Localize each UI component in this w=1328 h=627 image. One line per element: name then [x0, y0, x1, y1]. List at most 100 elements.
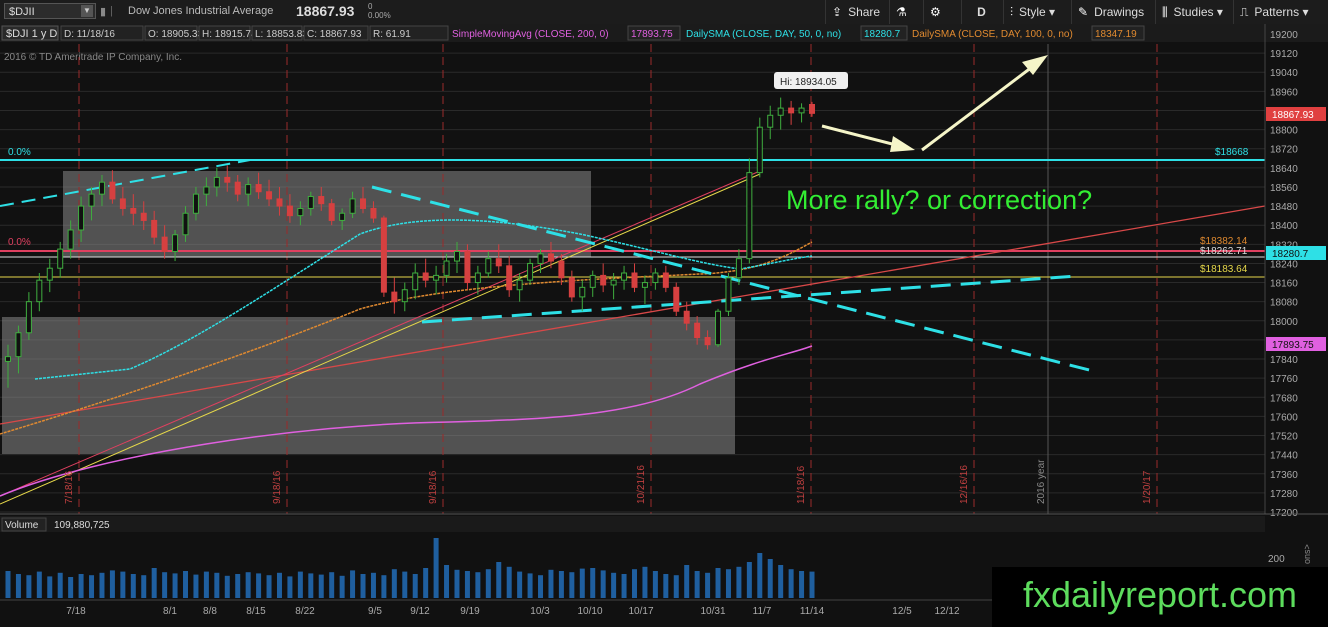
candle-body[interactable] — [349, 198, 356, 214]
candle-body[interactable] — [433, 274, 440, 281]
candle-body[interactable] — [725, 277, 732, 312]
price-chart[interactable]: $DJI 1 y D D: 11/18/16 O: 18905.33 H: 18… — [0, 24, 1328, 627]
candle-body[interactable] — [192, 193, 199, 214]
candle-body[interactable] — [495, 258, 502, 267]
candle-body[interactable] — [46, 267, 53, 281]
candle-body[interactable] — [140, 212, 147, 221]
candle-body[interactable] — [694, 322, 701, 339]
candle-body[interactable] — [276, 198, 283, 207]
candle-body[interactable] — [119, 198, 126, 209]
candle-body[interactable] — [579, 286, 586, 298]
candle-body[interactable] — [610, 279, 617, 286]
candle-body[interactable] — [547, 253, 554, 262]
candle-body[interactable] — [777, 107, 784, 116]
candle-body[interactable] — [391, 291, 398, 303]
candle-body[interactable] — [631, 272, 638, 288]
candle-body[interactable] — [735, 258, 742, 279]
info-bar-fields: $DJI 1 y D D: 11/18/16 O: 18905.33 H: 18… — [1, 25, 1145, 41]
candle-body[interactable] — [78, 205, 85, 231]
chevron-down-icon[interactable]: ▼ — [81, 5, 93, 17]
candle-body[interactable] — [130, 207, 137, 214]
candle-body[interactable] — [809, 104, 815, 114]
candle-body[interactable] — [15, 332, 22, 358]
candle-body[interactable] — [756, 126, 763, 174]
candle-body[interactable] — [297, 207, 304, 217]
symbol-input[interactable]: $DJII ▼ — [4, 3, 96, 19]
time-tick-label: 9/5 — [368, 606, 382, 617]
candle-body[interactable] — [527, 262, 534, 281]
candle-body[interactable] — [704, 337, 711, 346]
candle-body[interactable] — [88, 193, 95, 207]
candle-body[interactable] — [412, 272, 419, 291]
candle-body[interactable] — [307, 196, 314, 209]
volume-bar — [517, 571, 523, 598]
candle-body[interactable] — [600, 274, 607, 286]
candle-body[interactable] — [57, 248, 64, 269]
candle-body[interactable] — [558, 260, 565, 279]
share-button[interactable]: ⇪ Share — [825, 0, 887, 24]
candle-body[interactable] — [245, 184, 252, 195]
study-sma200-label[interactable]: SimpleMovingAvg (CLOSE, 200, 0) — [452, 29, 609, 40]
candle-body[interactable] — [224, 176, 231, 183]
volume-bar — [454, 569, 460, 598]
candle-body[interactable] — [506, 265, 513, 291]
candle-body[interactable] — [328, 203, 335, 221]
candle-body[interactable] — [453, 250, 460, 262]
candle-body[interactable] — [161, 236, 168, 252]
candle-body[interactable] — [401, 289, 408, 303]
candle-body[interactable] — [767, 114, 774, 128]
candle-body[interactable] — [422, 272, 429, 281]
candle-body[interactable] — [25, 301, 32, 334]
candle-body[interactable] — [360, 198, 367, 209]
candle-body[interactable] — [286, 205, 293, 217]
candle-body[interactable] — [5, 356, 11, 362]
candle-body[interactable] — [474, 272, 481, 284]
candle-body[interactable] — [151, 219, 158, 238]
flask-button[interactable]: ⚗ — [889, 0, 921, 24]
candle-body[interactable] — [213, 176, 220, 188]
candle-body[interactable] — [798, 107, 805, 114]
candle-body[interactable] — [715, 310, 722, 346]
candle-body[interactable] — [589, 274, 596, 288]
candle-body[interactable] — [788, 107, 795, 114]
candle-body[interactable] — [662, 272, 669, 288]
candle-body[interactable] — [443, 260, 450, 276]
candle-body[interactable] — [652, 272, 659, 284]
candle-body[interactable] — [641, 282, 648, 288]
candle-body[interactable] — [255, 184, 262, 193]
candle-body[interactable] — [380, 217, 387, 293]
volume-bar — [68, 577, 74, 598]
study-sma50-label[interactable]: DailySMA (CLOSE, DAY, 50, 0, no) — [686, 29, 841, 40]
volume-bar — [235, 574, 241, 598]
candle-body[interactable] — [318, 196, 325, 205]
candle-body[interactable] — [464, 250, 471, 284]
candle-body[interactable] — [98, 181, 105, 195]
period-button[interactable]: D — [961, 0, 1001, 24]
candle-body[interactable] — [673, 286, 680, 312]
time-tick-label: 10/3 — [530, 606, 550, 617]
study-sma100-label[interactable]: DailySMA (CLOSE, DAY, 100, 0, no) — [912, 29, 1073, 40]
volume-bar — [652, 571, 658, 598]
candle-body[interactable] — [67, 229, 74, 250]
candle-body[interactable] — [621, 272, 628, 281]
candle-body[interactable] — [683, 310, 690, 324]
candle-body[interactable] — [182, 212, 189, 236]
candle-body[interactable] — [234, 181, 241, 195]
candle-body[interactable] — [339, 212, 346, 221]
candle-body[interactable] — [36, 279, 43, 303]
candle-body[interactable] — [266, 191, 273, 200]
style-button[interactable]: ⫶ Style ▾ — [1003, 0, 1069, 24]
drawings-button[interactable]: ✎Drawings ▾ — [1071, 0, 1153, 43]
settings-button[interactable]: ⚙ — [923, 0, 959, 24]
candle-body[interactable] — [537, 253, 544, 264]
candle-body[interactable] — [203, 186, 210, 195]
patterns-button[interactable]: ⎍ Patterns ▾ — [1233, 0, 1328, 24]
candle-body[interactable] — [370, 207, 377, 219]
candle-body[interactable] — [172, 234, 179, 252]
candle-body[interactable] — [746, 172, 753, 260]
studies-button[interactable]: ⫼ Studies ▾ — [1155, 0, 1231, 24]
candle-body[interactable] — [485, 258, 492, 274]
candle-body[interactable] — [516, 279, 523, 291]
candle-body[interactable] — [568, 277, 575, 298]
candle-body[interactable] — [109, 181, 116, 200]
